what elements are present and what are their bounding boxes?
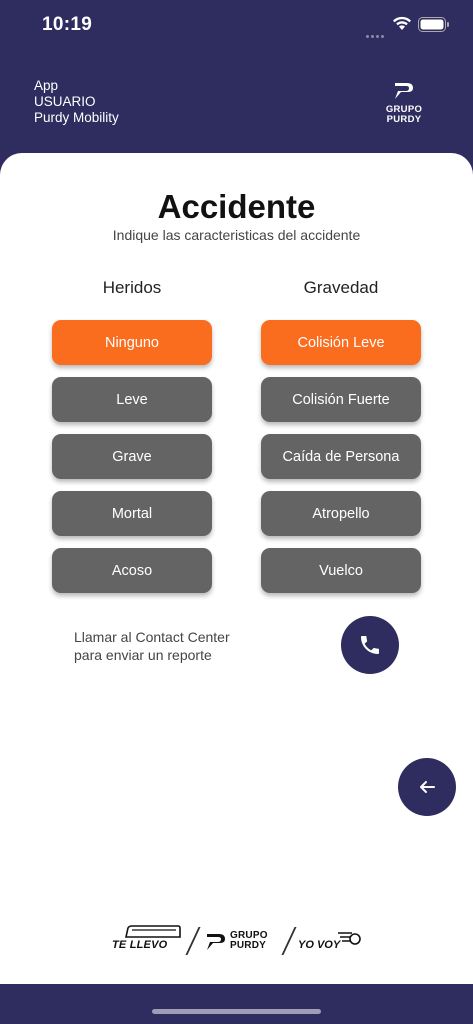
gravedad-option-vuelco[interactable]: Vuelco	[261, 548, 421, 593]
heridos-option-grave[interactable]: Grave	[52, 434, 212, 479]
contact-text-line-1: Llamar al Contact Center	[74, 629, 230, 645]
battery-icon	[418, 17, 449, 32]
gravedad-header: Gravedad	[303, 278, 379, 297]
purdy-mark-icon	[207, 934, 225, 950]
home-indicator[interactable]	[152, 1009, 321, 1014]
gravedad-option-colision-fuerte[interactable]: Colisión Fuerte	[261, 377, 421, 422]
car-wing-icon	[338, 932, 361, 945]
heridos-option-acoso[interactable]: Acoso	[52, 548, 212, 593]
logo-te-llevo: TE LLEVO	[112, 939, 168, 951]
header-user-label: USUARIO	[34, 94, 96, 109]
logo-text-purdy: PURDY	[386, 114, 422, 125]
logo-grupo-purdy: GRUPO PURDY	[204, 931, 267, 956]
signal-icon	[366, 25, 388, 38]
footer-logos: TE LLEVO GRUPO PURDY YO VOY	[112, 925, 362, 959]
page-subtitle: Indique las caracteristicas del accident…	[112, 227, 361, 243]
wifi-icon	[393, 16, 411, 30]
logo-yo-voy: YO VOY	[298, 939, 341, 951]
logo-purdy-text: GRUPO PURDY	[230, 930, 268, 951]
heridos-option-mortal[interactable]: Mortal	[52, 491, 212, 536]
contact-center-text: Llamar al Contact Center para enviar un …	[74, 628, 230, 664]
contact-text-line-2: para enviar un reporte	[74, 647, 212, 663]
heridos-header: Heridos	[102, 278, 162, 297]
heridos-option-ninguno[interactable]: Ninguno	[52, 320, 212, 365]
purdy-mark-icon	[395, 83, 413, 99]
back-button[interactable]	[398, 758, 456, 816]
gravedad-option-caida-persona[interactable]: Caída de Persona	[261, 434, 421, 479]
arrow-left-icon	[420, 781, 435, 793]
bus-icon	[125, 925, 181, 938]
status-bar: 10:19	[0, 0, 473, 50]
heridos-option-leve[interactable]: Leve	[52, 377, 212, 422]
accident-card: Accidente Indique las caracteristicas de…	[0, 153, 473, 984]
status-time: 10:19	[42, 14, 93, 35]
logo-divider	[185, 927, 201, 955]
call-contact-center-button[interactable]	[341, 616, 399, 674]
header-app-label: App	[34, 78, 59, 93]
gravedad-option-colision-leve[interactable]: Colisión Leve	[261, 320, 421, 365]
header-company-label: Purdy Mobility	[34, 110, 119, 125]
header-info: App USUARIO Purdy Mobility	[34, 78, 119, 126]
grupo-purdy-logo: GRUPO PURDY	[382, 80, 426, 125]
gravedad-option-atropello[interactable]: Atropello	[261, 491, 421, 536]
phone-icon	[361, 636, 379, 654]
page-title: Accidente	[157, 188, 316, 225]
logo-divider	[281, 927, 297, 955]
